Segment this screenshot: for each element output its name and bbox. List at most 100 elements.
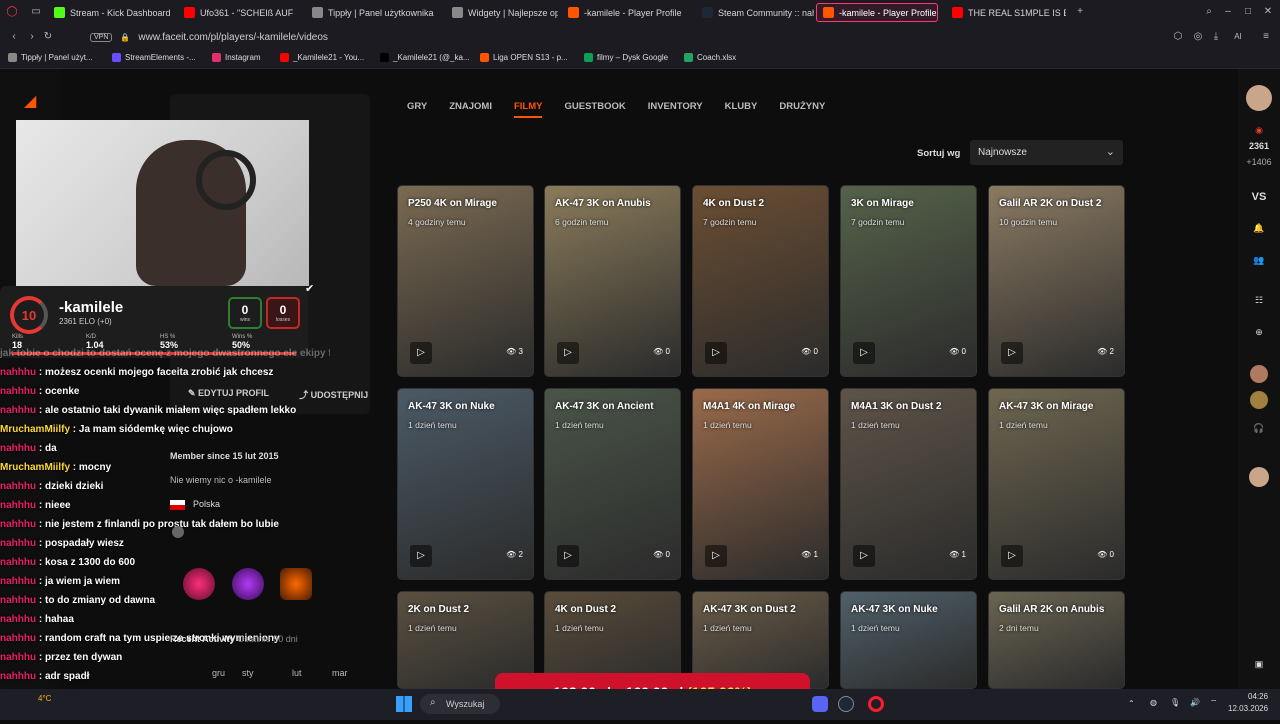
browser-tab[interactable]: -kamilele - Player Profile xyxy=(816,3,938,22)
play-icon[interactable]: ▷ xyxy=(557,342,579,364)
avatar[interactable] xyxy=(1238,85,1280,113)
faceit-logo-icon[interactable]: ◢ xyxy=(24,91,36,111)
play-icon[interactable]: ▷ xyxy=(1001,342,1023,364)
browser-tab[interactable]: Tippły | Panel użytkownika xyxy=(306,3,442,22)
tab-znajomi[interactable]: ZNAJOMI xyxy=(449,101,492,118)
windows-start-icon[interactable] xyxy=(396,696,412,712)
opera-taskbar-icon[interactable] xyxy=(868,696,884,712)
bell-icon[interactable]: 🔔 xyxy=(1238,223,1280,234)
vpn-badge[interactable]: VPN xyxy=(90,32,113,42)
chat-username[interactable]: nahhhu xyxy=(0,443,36,454)
opera-logo-icon[interactable]: ◯ xyxy=(6,6,18,18)
browser-tab[interactable]: Ufo361 - "SCHEIß AUF xyxy=(178,3,302,22)
chat-username[interactable]: nahhhu xyxy=(0,405,36,416)
url-text[interactable]: www.faceit.com/pl/players/-kamilele/vide… xyxy=(138,32,328,43)
network-icon[interactable]: ◍ xyxy=(1150,698,1157,707)
menu-icon[interactable]: ≡ xyxy=(1260,31,1272,43)
tab-gry[interactable]: GRY xyxy=(407,101,427,118)
volume-icon[interactable]: 🔊 xyxy=(1190,698,1200,707)
browser-tab[interactable]: Widgety | Najlepsze oprog xyxy=(446,3,558,22)
wifi-icon[interactable]: ⌔ xyxy=(1210,698,1218,708)
close-icon[interactable]: ✕ xyxy=(1262,6,1274,18)
video-card[interactable]: 4K on Dust 2 7 godzin temu ▷ 👁 0 xyxy=(692,185,829,377)
chat-username[interactable]: nahhhu xyxy=(0,633,36,644)
edit-profile-button[interactable]: ✎ EDYTUJ PROFIL xyxy=(188,388,269,401)
play-icon[interactable]: ▷ xyxy=(853,342,875,364)
share-button[interactable]: ⤴ UDOSTĘPNIJ xyxy=(299,388,368,401)
steam-taskbar-icon[interactable] xyxy=(838,696,854,712)
bookmark-item[interactable]: Coach.xlsx xyxy=(684,53,736,62)
add-icon[interactable]: ⊕ xyxy=(1238,327,1280,338)
discord-icon[interactable] xyxy=(812,696,828,712)
play-icon[interactable]: ▷ xyxy=(557,545,579,567)
chat-username[interactable]: nahhhu xyxy=(0,614,36,625)
play-icon[interactable]: ▷ xyxy=(853,545,875,567)
snapshot-icon[interactable]: ◎ xyxy=(1192,31,1204,43)
bookmark-item[interactable]: _Kamilele21 - You... xyxy=(280,53,364,62)
extensions-icon[interactable]: ⬡ xyxy=(1172,31,1184,43)
friend-avatar-1[interactable] xyxy=(1238,365,1280,385)
chat-username[interactable]: MruchamMiilfy xyxy=(0,462,70,473)
video-card[interactable]: AK-47 3K on Ancient 1 dzień temu ▷ 👁 0 xyxy=(544,388,681,580)
video-card[interactable]: AK-47 3K on Nuke 1 dzień temu xyxy=(840,591,977,689)
video-card[interactable]: Galil AR 2K on Anubis 2 dni temu xyxy=(988,591,1125,689)
badge-gg-icon[interactable] xyxy=(183,568,215,600)
url-field[interactable]: VPN 🔒 www.faceit.com/pl/players/-kamilel… xyxy=(90,28,1160,46)
clock-date[interactable]: 12.03.2026 xyxy=(1228,704,1268,713)
video-card[interactable]: AK-47 3K on Nuke 1 dzień temu ▷ 👁 2 xyxy=(397,388,534,580)
bookmark-item[interactable]: filmy – Dysk Google xyxy=(584,53,668,62)
forward-icon[interactable]: › xyxy=(26,31,38,43)
chat-username[interactable]: nahhhu xyxy=(0,367,36,378)
tab-kluby[interactable]: KLUBY xyxy=(725,101,758,118)
chat-username[interactable]: nahhhu xyxy=(0,652,36,663)
tab-drużyny[interactable]: DRUŻYNY xyxy=(779,101,825,118)
tab-menu-icon[interactable]: ▭ xyxy=(30,6,42,18)
chat-username[interactable]: nahhhu xyxy=(0,671,36,682)
badge-clan-icon[interactable] xyxy=(280,568,312,600)
chat-username[interactable]: MruchamMiilfy xyxy=(0,424,70,435)
video-card[interactable]: M4A1 3K on Dust 2 1 dzień temu ▷ 👁 1 xyxy=(840,388,977,580)
bookmark-item[interactable]: _Kamilele21 (@_ka... xyxy=(380,53,470,62)
chat-username[interactable]: nahhhu xyxy=(0,500,36,511)
browser-tab[interactable]: THE REAL S1MPLE IS BAC xyxy=(946,3,1066,22)
search-tabs-icon[interactable]: ⌕ xyxy=(1203,6,1215,18)
headset-icon[interactable]: 🎧 xyxy=(1238,423,1280,434)
maximize-icon[interactable]: □ xyxy=(1242,6,1254,18)
tab-inventory[interactable]: INVENTORY xyxy=(648,101,703,118)
bookmark-item[interactable]: StreamElements -... xyxy=(112,53,196,62)
video-card[interactable]: 3K on Mirage 7 godzin temu ▷ 👁 0 xyxy=(840,185,977,377)
back-icon[interactable]: ‹ xyxy=(8,31,20,43)
download-icon[interactable]: ⤓ xyxy=(1210,31,1222,43)
play-icon[interactable]: ▷ xyxy=(1001,545,1023,567)
browser-tab[interactable]: -kamilele - Player Profile xyxy=(562,3,692,22)
mic-icon[interactable]: 🎙 xyxy=(1170,698,1180,707)
chat-username[interactable]: nahhhu xyxy=(0,576,36,587)
badge-gg2-icon[interactable] xyxy=(232,568,264,600)
play-icon[interactable]: ▷ xyxy=(410,342,432,364)
video-card[interactable]: AK-47 3K on Mirage 1 dzień temu ▷ 👁 0 xyxy=(988,388,1125,580)
tab-filmy[interactable]: FILMY xyxy=(513,101,543,118)
reload-icon[interactable]: ↻ xyxy=(42,31,54,43)
bookmark-item[interactable]: Liga OPEN S13 - p... xyxy=(480,53,568,62)
play-icon[interactable]: ▷ xyxy=(705,545,727,567)
video-card[interactable]: Galil AR 2K on Dust 2 10 godzin temu ▷ 👁 2 xyxy=(988,185,1125,377)
minimize-icon[interactable]: – xyxy=(1222,6,1234,18)
chat-toggle-icon[interactable]: ▣ xyxy=(1238,659,1280,670)
play-icon[interactable]: ▷ xyxy=(705,342,727,364)
friends-icon[interactable]: 👥 xyxy=(1238,255,1280,266)
chat-username[interactable]: nahhhu xyxy=(0,519,36,530)
chat-username[interactable]: nahhhu xyxy=(0,557,36,568)
party-icon[interactable]: ☷ xyxy=(1238,295,1280,306)
friend-avatar-2[interactable] xyxy=(1238,391,1280,411)
browser-tab[interactable]: Stream - Kick Dashboard xyxy=(48,3,174,22)
play-icon[interactable]: ▷ xyxy=(410,545,432,567)
chat-username[interactable]: nahhhu xyxy=(0,481,36,492)
chat-username[interactable]: nahhhu xyxy=(0,386,36,397)
video-card[interactable]: AK-47 3K on Anubis 6 godzin temu ▷ 👁 0 xyxy=(544,185,681,377)
clock-time[interactable]: 04:26 xyxy=(1248,692,1268,701)
tray-chevron-icon[interactable]: ⌃ xyxy=(1128,699,1135,708)
friend-avatar-3[interactable] xyxy=(1238,467,1280,489)
bookmark-item[interactable]: Tippły | Panel użyt... xyxy=(8,53,93,62)
video-card[interactable]: P250 4K on Mirage 4 godziny temu ▷ 👁 3 xyxy=(397,185,534,377)
chat-username[interactable]: nahhhu xyxy=(0,538,36,549)
